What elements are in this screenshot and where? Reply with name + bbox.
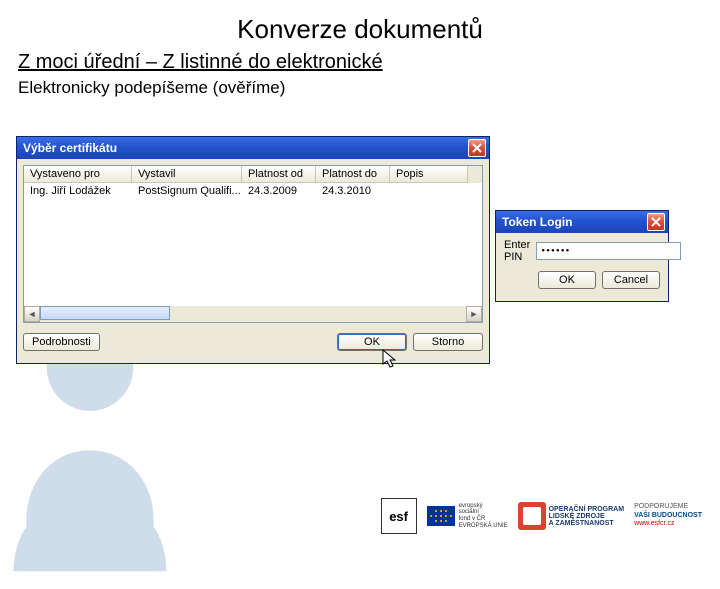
eu-text-3: fond v ČR bbox=[459, 516, 508, 523]
details-button[interactable]: Podrobnosti bbox=[23, 333, 100, 351]
col-valid-from[interactable]: Platnost od bbox=[242, 166, 316, 183]
op-text-3: A ZAMĚSTNANOST bbox=[549, 520, 624, 527]
scroll-track[interactable] bbox=[40, 306, 466, 322]
cert-window-title: Výběr certifikátu bbox=[23, 141, 117, 155]
token-login-window: Token Login Enter PIN OK Cancel bbox=[495, 210, 669, 302]
col-issuer[interactable]: Vystavil bbox=[132, 166, 242, 183]
esf-logo-icon: esf bbox=[381, 498, 417, 534]
cell-valid-from: 24.3.2009 bbox=[242, 183, 316, 199]
op-text-1: OPERAČNÍ PROGRAM bbox=[549, 506, 624, 513]
scroll-right-icon[interactable]: ► bbox=[466, 306, 482, 322]
slide-subtitle: Z moci úřední – Z listinné do elektronic… bbox=[18, 51, 720, 74]
footer-logos: esf evropský sociální fond v ČR EVROPSKÁ… bbox=[381, 498, 702, 534]
cell-issuer: PostSignum Qualifi... bbox=[132, 183, 242, 199]
col-valid-to[interactable]: Platnost do bbox=[316, 166, 390, 183]
scroll-left-icon[interactable]: ◄ bbox=[24, 306, 40, 322]
cancel-button[interactable]: Storno bbox=[413, 333, 483, 351]
cert-titlebar[interactable]: Výběr certifikátu bbox=[17, 137, 489, 159]
col-desc[interactable]: Popis bbox=[390, 166, 468, 183]
ok-button[interactable]: OK bbox=[337, 333, 407, 351]
scroll-thumb[interactable] bbox=[40, 306, 170, 320]
cell-desc bbox=[390, 183, 468, 199]
pin-input[interactable] bbox=[536, 242, 681, 260]
cell-valid-to: 24.3.2010 bbox=[316, 183, 390, 199]
eu-logo: evropský sociální fond v ČR EVROPSKÁ UNI… bbox=[427, 503, 508, 529]
eu-text-2: sociální bbox=[459, 509, 508, 516]
support-url: www.esfcr.cz bbox=[634, 520, 702, 528]
token-cancel-button[interactable]: Cancel bbox=[602, 271, 660, 289]
certificate-window: Výběr certifikátu Vystaveno pro Vystavil… bbox=[16, 136, 490, 364]
token-window-title: Token Login bbox=[502, 215, 572, 229]
slide-title: Konverze dokumentů bbox=[0, 14, 720, 45]
eu-text-1: evropský bbox=[459, 503, 508, 510]
op-logo: OPERAČNÍ PROGRAM LIDSKÉ ZDROJE A ZAMĚSTN… bbox=[518, 502, 624, 530]
support-text: PODPORUJEME VAŠI BUDOUCNOST www.esfcr.cz bbox=[634, 503, 702, 528]
token-titlebar[interactable]: Token Login bbox=[496, 211, 668, 233]
horizontal-scrollbar[interactable]: ◄ ► bbox=[24, 306, 482, 322]
token-ok-button[interactable]: OK bbox=[538, 271, 596, 289]
certificate-list[interactable]: Vystaveno pro Vystavil Platnost od Platn… bbox=[23, 165, 483, 323]
slide-instruction: Elektronicky podepíšeme (ověříme) bbox=[18, 78, 720, 98]
close-icon[interactable] bbox=[468, 139, 486, 157]
col-issued-to[interactable]: Vystaveno pro bbox=[24, 166, 132, 183]
table-row[interactable]: Ing. Jiří Lodážek PostSignum Qualifi... … bbox=[24, 183, 482, 199]
cell-issued-to: Ing. Jiří Lodážek bbox=[24, 183, 132, 199]
list-header: Vystaveno pro Vystavil Platnost od Platn… bbox=[24, 166, 482, 183]
eu-flag-icon bbox=[427, 506, 455, 526]
pin-label: Enter PIN bbox=[504, 239, 530, 263]
op-text-2: LIDSKÉ ZDROJE bbox=[549, 513, 624, 520]
support-2: VAŠI BUDOUCNOST bbox=[634, 512, 702, 520]
close-icon[interactable] bbox=[647, 213, 665, 231]
support-1: PODPORUJEME bbox=[634, 503, 702, 511]
eu-text-4: EVROPSKÁ UNIE bbox=[459, 523, 508, 530]
op-icon bbox=[518, 502, 546, 530]
